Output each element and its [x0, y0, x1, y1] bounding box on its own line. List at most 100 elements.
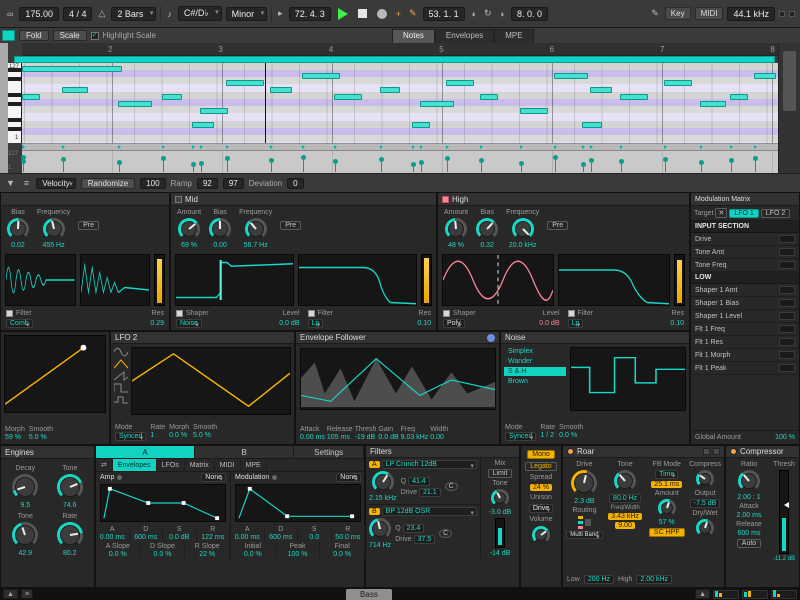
a-slope-value[interactable]: 0.0 %: [109, 551, 127, 558]
r-slope-value[interactable]: 22 %: [199, 551, 215, 558]
bar-number[interactable]: 6: [550, 45, 554, 54]
velocity-marker[interactable]: [227, 158, 228, 172]
s-value[interactable]: 0.0 dB: [169, 534, 189, 541]
mid-freq-value[interactable]: 56.7 Hz: [244, 242, 268, 249]
filter-b-c-button[interactable]: C: [439, 529, 452, 538]
amp-envelope-display[interactable]: [100, 484, 226, 522]
clip-color-swatch[interactable]: [2, 30, 15, 41]
amount-knob[interactable]: [178, 218, 200, 240]
fb-amount-value[interactable]: 57 %: [659, 519, 675, 526]
velocity-lane[interactable]: [22, 150, 778, 173]
velocity-marker[interactable]: [23, 161, 24, 172]
bias-knob[interactable]: [476, 218, 498, 240]
frequency-knob[interactable]: [245, 218, 267, 240]
noise-type-list[interactable]: SimplexWanderS & HBrown: [504, 347, 566, 411]
mono-toggle[interactable]: Mono: [527, 450, 555, 459]
lfo1-display[interactable]: [4, 335, 106, 413]
release-value[interactable]: 105 ms: [327, 434, 350, 441]
sine-shape-icon[interactable]: [114, 347, 128, 357]
rate-value[interactable]: 1: [150, 432, 154, 439]
engine-tone1[interactable]: Tone74.6: [50, 465, 91, 509]
mod-envelope-display[interactable]: [235, 484, 361, 522]
noise-type-option[interactable]: S & H: [504, 367, 566, 376]
filter-enable-toggle[interactable]: [308, 310, 315, 317]
shaper-enable-toggle[interactable]: [443, 310, 450, 317]
noise-type-option[interactable]: Brown: [504, 377, 566, 386]
mod-s[interactable]: S0.0: [298, 525, 332, 542]
fb-time-value[interactable]: 25.1 ms: [651, 481, 682, 488]
piano-keys[interactable]: [8, 63, 22, 143]
envf-width[interactable]: Width0.00: [430, 426, 448, 441]
matrix-amount-box[interactable]: [779, 338, 795, 346]
matrix-amount-box[interactable]: [779, 364, 795, 372]
high-shaper-type-select[interactable]: Poly: [443, 319, 465, 328]
high-filter-type-select[interactable]: Lp: [568, 319, 584, 328]
loop-length[interactable]: 8. 0. 0: [511, 7, 548, 21]
note-grid[interactable]: [22, 63, 778, 143]
matrix-amount-box[interactable]: [779, 351, 795, 359]
matrix-tab-lfo2[interactable]: LFO 2: [761, 209, 790, 218]
d-value[interactable]: 600 ms: [269, 534, 292, 541]
ratio-knob[interactable]: [738, 470, 760, 492]
release-value[interactable]: 600 ms: [738, 530, 761, 537]
tone-value[interactable]: 42.9: [18, 550, 32, 557]
lfo1-smooth[interactable]: Smooth5.0 %: [29, 426, 53, 441]
low-bias-knob[interactable]: Bias 0.02: [7, 209, 29, 249]
midi-note[interactable]: [302, 73, 340, 79]
mid-freq-knob[interactable]: Frequency 56.7 Hz: [239, 209, 272, 249]
low-freq-knob[interactable]: Frequency 455 Hz: [37, 209, 70, 249]
shaper-enable-toggle[interactable]: [176, 310, 183, 317]
velocity-marker[interactable]: [591, 160, 592, 172]
matrix-amount-box[interactable]: [779, 261, 795, 269]
device-power-toggle[interactable]: [567, 448, 574, 455]
matrix-amount-box[interactable]: [779, 299, 795, 307]
mid-pre-toggle[interactable]: Pre: [280, 221, 301, 230]
velocity-marker[interactable]: [381, 159, 382, 172]
low-filter-type-select[interactable]: Comb: [6, 319, 33, 328]
r-value[interactable]: 122 ms: [201, 534, 224, 541]
low-pre-toggle[interactable]: Pre: [78, 221, 99, 230]
filter-a-q-value[interactable]: 41.4: [408, 477, 430, 486]
low-res-value[interactable]: 0.29: [150, 320, 164, 327]
scale-mode-button[interactable]: Scale: [53, 30, 87, 41]
deviation-value[interactable]: 0: [287, 178, 303, 189]
midi-note[interactable]: [620, 94, 648, 100]
quantize-menu[interactable]: 2 Bars: [111, 7, 156, 21]
draw-mode-icon[interactable]: ✎: [649, 8, 661, 19]
tone-knob[interactable]: [57, 474, 83, 500]
matrix-amount-box[interactable]: [779, 235, 795, 243]
fw-width-value[interactable]: 9.00: [615, 522, 635, 529]
envf-gain[interactable]: Gain0.0 dB: [378, 426, 398, 441]
attack-value[interactable]: 0.00 ms: [300, 434, 325, 441]
bar-number[interactable]: 8: [770, 45, 774, 54]
scale-name-select[interactable]: Minor: [226, 7, 268, 21]
a-value[interactable]: 0.00 ms: [100, 534, 125, 541]
r-value[interactable]: 50.0 ms: [335, 534, 360, 541]
midi-map-button[interactable]: MIDI: [695, 7, 724, 20]
decay-value[interactable]: 9.5: [20, 502, 30, 509]
smooth-value[interactable]: 5.0 %: [29, 434, 47, 441]
midi-note[interactable]: [554, 73, 588, 79]
midi-note[interactable]: [412, 122, 430, 128]
mid-shaper-type-select[interactable]: Noise: [176, 319, 202, 328]
velocity-marker[interactable]: [63, 159, 64, 172]
high-amount-value[interactable]: 48 %: [448, 242, 464, 249]
automation-arm-icon[interactable]: ✎: [407, 8, 419, 19]
loop-brace[interactable]: [14, 56, 775, 63]
high-amount-knob[interactable]: Amount 48 %: [444, 209, 468, 249]
threshold-handle[interactable]: [784, 502, 789, 508]
peak-value[interactable]: 100 %: [288, 551, 308, 558]
midi-note[interactable]: [22, 94, 40, 100]
velocity-marker[interactable]: [335, 161, 336, 172]
fw-freq-value[interactable]: 3.43 kHz: [608, 513, 642, 520]
filter-b-q-value[interactable]: 23.4: [403, 524, 425, 533]
threshold-slider[interactable]: [779, 470, 789, 554]
tone-knob[interactable]: [12, 522, 38, 548]
high-pre-toggle[interactable]: Pre: [547, 221, 568, 230]
gain-value[interactable]: 0.0 dB: [378, 434, 398, 441]
noise-smooth[interactable]: Smooth0.0 %: [559, 424, 583, 441]
width-value[interactable]: 0.00: [430, 434, 444, 441]
velocity-marker[interactable]: [201, 163, 202, 172]
high-split-value[interactable]: 2.00 kHz: [636, 575, 672, 584]
frequency-knob[interactable]: [43, 218, 65, 240]
